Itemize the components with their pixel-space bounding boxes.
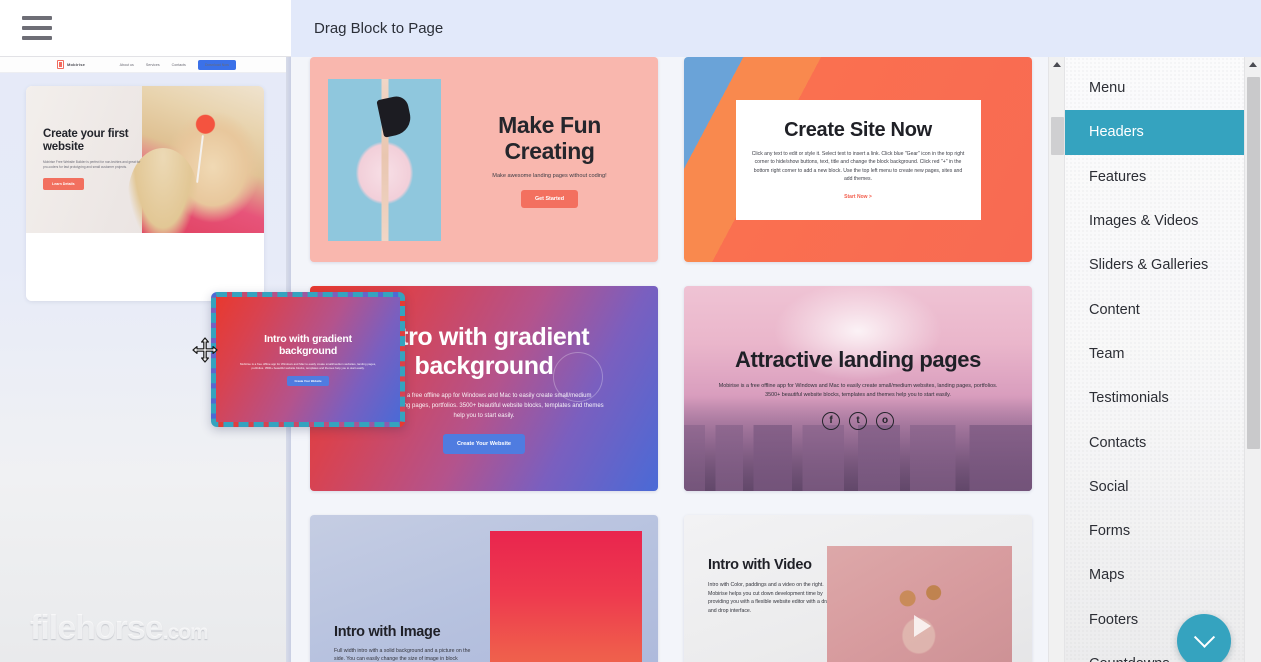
preview-hero-section: Create your first website Mobirise Free … <box>26 86 264 233</box>
category-list: Menu Headers Features Images & Videos Sl… <box>1061 57 1261 662</box>
category-sidebar: Menu Headers Features Images & Videos Sl… <box>1060 57 1261 662</box>
sidebar-item-menu[interactable]: Menu <box>1061 66 1261 110</box>
preview-hero-photo <box>128 86 264 233</box>
sidebar-item-headers[interactable]: Headers <box>1061 110 1247 155</box>
scroll-down-fab-button[interactable] <box>1177 614 1231 662</box>
block-subtitle: Make awesome landing pages without codin… <box>492 172 607 179</box>
preview-nav-link[interactable]: Contacts <box>172 63 186 67</box>
block-text-sheet: Create Site Now Click any text to edit o… <box>735 99 981 220</box>
block-cta-button[interactable]: Get Started <box>520 189 579 208</box>
block-card-make-fun-creating[interactable]: Make Fun Creating Make awesome landing p… <box>310 57 658 262</box>
sidebar-item-images-videos[interactable]: Images & Videos <box>1061 199 1261 243</box>
preview-nav-links: About us Services Contacts Download Now <box>120 59 236 70</box>
sidebar-item-features[interactable]: Features <box>1061 155 1261 199</box>
block-image-mountains <box>490 531 642 662</box>
block-card-intro-with-image[interactable]: Intro with Image Full width intro with a… <box>310 515 658 662</box>
hamburger-bar <box>22 16 52 20</box>
sidebar-item-maps[interactable]: Maps <box>1061 553 1261 597</box>
block-title: Attractive landing pages <box>735 347 981 372</box>
block-text-group: Intro with Image Full width intro with a… <box>310 624 491 662</box>
hamburger-bar <box>22 36 52 40</box>
panel-scrollbar[interactable] <box>1048 57 1065 662</box>
preview-hero-subtitle: Mobirise Free Website Builder is perfect… <box>43 160 141 169</box>
facebook-icon[interactable]: f <box>822 412 840 430</box>
site-preview-card[interactable]: Create your first website Mobirise Free … <box>26 86 264 301</box>
block-card-create-site-now[interactable]: Create Site Now Click any text to edit o… <box>684 57 1032 262</box>
preview-nav-cta-button[interactable]: Download Now <box>197 59 236 70</box>
sidebar-item-testimonials[interactable]: Testimonials <box>1061 376 1261 420</box>
block-subtitle: Mobirise is a free offline app for Windo… <box>718 383 998 398</box>
preview-hero-button[interactable]: Learn Details <box>43 178 84 190</box>
preview-logo-text: Mobirise <box>67 62 86 67</box>
preview-site-logo: Mobirise <box>57 60 85 69</box>
hamburger-bar <box>22 26 52 30</box>
block-image-cotton-candy <box>328 78 441 241</box>
play-icon <box>913 615 931 637</box>
block-text-group: Make Fun Creating Make awesome landing p… <box>441 112 658 208</box>
dragged-block-button: Create Your Website <box>287 376 329 387</box>
watermark-text: filehorse <box>30 609 164 647</box>
block-subtitle: Full width intro with a solid background… <box>334 647 471 662</box>
panel-scrollbar-thumb[interactable] <box>1051 117 1064 155</box>
mobirise-logo-icon <box>57 60 64 69</box>
move-cursor <box>191 336 219 364</box>
block-title: Create Site Now <box>784 118 932 141</box>
preview-nav-link[interactable]: About us <box>120 63 134 67</box>
block-subtitle: Click any text to edit or style it. Sele… <box>751 150 965 182</box>
scroll-up-arrow-icon[interactable] <box>1249 62 1257 67</box>
sidebar-item-team[interactable]: Team <box>1061 332 1261 376</box>
panel-title: Drag Block to Page <box>314 20 444 37</box>
chevron-down-icon <box>1193 626 1215 648</box>
block-cta-link[interactable]: Start Now > <box>844 194 872 200</box>
filehorse-watermark: filehorse.com <box>30 609 209 648</box>
block-title: Make Fun Creating <box>498 111 601 164</box>
sidebar-item-contacts[interactable]: Contacts <box>1061 420 1261 464</box>
watermark-suffix: .com <box>162 621 209 644</box>
sidebar-item-forms[interactable]: Forms <box>1061 509 1261 553</box>
decorative-ring <box>553 352 603 402</box>
preview-site-navbar: Mobirise About us Services Contacts Down… <box>0 57 291 73</box>
sidebar-item-countdowns[interactable]: Countdowns <box>1061 642 1261 662</box>
preview-nav-link[interactable]: Services <box>146 63 160 67</box>
blocks-grid: Make Fun Creating Make awesome landing p… <box>310 57 1050 662</box>
sidebar-scrollbar-thumb[interactable] <box>1247 77 1260 449</box>
block-card-intro-with-video[interactable]: Intro with Video Intro with Color, paddi… <box>684 515 1032 662</box>
block-video-thumbnail[interactable] <box>827 546 1012 662</box>
sidebar-item-content[interactable]: Content <box>1061 287 1261 331</box>
preview-empty-body <box>26 233 264 301</box>
block-social-icons: f t o <box>822 412 894 430</box>
block-subtitle: Intro with Color, paddings and a video o… <box>708 582 832 614</box>
editor-topbar <box>0 0 291 57</box>
preview-hero-copy: Create your first website Mobirise Free … <box>43 128 143 190</box>
dragged-block-title: Intro with gradient background <box>264 332 352 357</box>
dragged-block-subtitle: Mobirise is a free offline app for Windo… <box>239 361 377 370</box>
twitter-icon[interactable]: t <box>849 412 867 430</box>
hamburger-menu-icon[interactable] <box>22 16 52 40</box>
sidebar-item-social[interactable]: Social <box>1061 465 1261 509</box>
dragged-block-ghost[interactable]: Intro with gradient background Mobirise … <box>211 292 405 427</box>
block-card-attractive-landing-pages[interactable]: Attractive landing pages Mobirise is a f… <box>684 286 1032 491</box>
mobirise-app-window: Mobirise About us Services Contacts Down… <box>0 0 1261 662</box>
sidebar-item-footers[interactable]: Footers <box>1061 598 1261 642</box>
instagram-icon[interactable]: o <box>876 412 894 430</box>
block-image-skyline <box>684 395 1032 491</box>
sidebar-item-sliders-galleries[interactable]: Sliders & Galleries <box>1061 243 1261 287</box>
scroll-up-arrow-icon[interactable] <box>1052 62 1061 67</box>
block-cta-button[interactable]: Create Your Website <box>442 434 526 454</box>
panel-header: Drag Block to Page <box>291 0 1261 57</box>
sidebar-scrollbar[interactable] <box>1244 57 1261 662</box>
block-title: Intro with Image <box>334 623 441 640</box>
preview-hero-title: Create your first website <box>43 128 129 153</box>
